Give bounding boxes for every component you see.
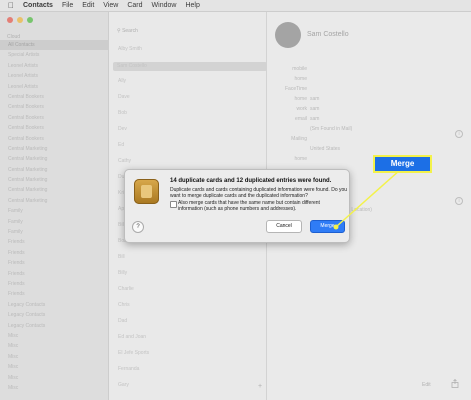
callout-dot	[333, 224, 339, 230]
callout-pointer	[333, 169, 401, 230]
merge-callout-label: Merge	[373, 155, 432, 173]
callout-line	[336, 169, 401, 227]
